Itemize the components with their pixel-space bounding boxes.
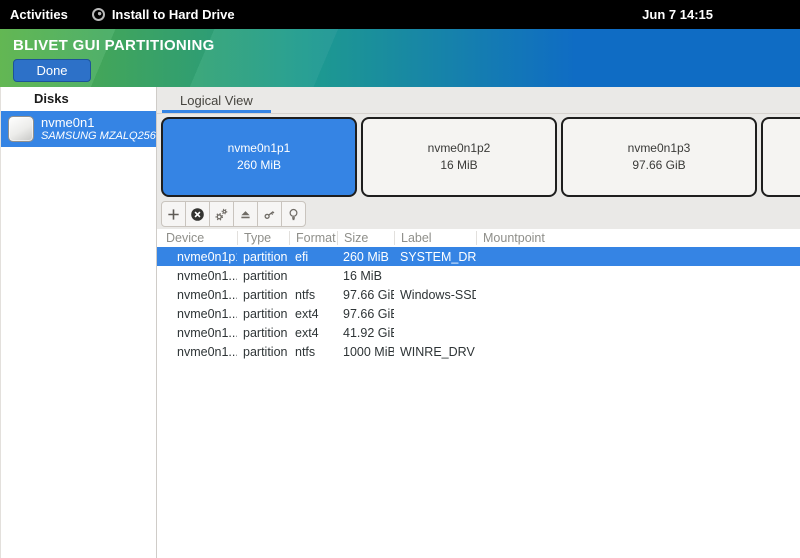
disk-name: nvme0n1	[41, 115, 156, 130]
table-row[interactable]: nvme0n1p1partitionefi260 MiBSYSTEM_DRV	[157, 247, 800, 266]
cell-device: nvme0n1...	[157, 326, 237, 340]
partition-visualization: nvme0n1p1260 MiBnvme0n1p216 MiBnvme0n1p3…	[157, 114, 800, 200]
column-header-size[interactable]: Size	[337, 231, 394, 245]
clock[interactable]: Jun 7 14:15	[642, 0, 713, 29]
partition-block-size: 16 MiB	[440, 157, 477, 174]
disks-sidebar: Disks nvme0n1SAMSUNG MZALQ256HAJD-	[0, 87, 157, 558]
gears-icon	[214, 207, 229, 222]
partition-block-size: 97.66 GiB	[632, 157, 685, 174]
cell-size: 260 MiB	[337, 250, 394, 264]
cell-size: 97.66 GiB	[337, 307, 394, 321]
info-button[interactable]	[281, 201, 306, 227]
plus-icon	[166, 207, 181, 222]
cell-format: ext4	[289, 326, 337, 340]
screen: Activities Install to Hard Drive Jun 7 1…	[0, 0, 800, 558]
cell-type: partition	[237, 345, 289, 359]
installer-app-icon	[92, 8, 105, 21]
partition-block-name: nvme0n1p3	[628, 140, 691, 157]
cell-size: 1000 MiB	[337, 345, 394, 359]
disk-model: SAMSUNG MZALQ256HAJD-	[41, 130, 156, 143]
cell-size: 16 MiB	[337, 269, 394, 283]
cell-label: SYSTEM_DRV	[394, 250, 476, 264]
delete-button[interactable]	[185, 201, 210, 227]
unmount-button[interactable]	[233, 201, 258, 227]
column-header-type[interactable]: Type	[237, 231, 289, 245]
add-button[interactable]	[161, 201, 186, 227]
partition-block-partial[interactable]	[761, 117, 800, 197]
delete-circle-icon	[190, 207, 205, 222]
page-title: BLIVET GUI PARTITIONING	[0, 29, 800, 54]
app-menu[interactable]: Install to Hard Drive	[92, 7, 235, 22]
cell-type: partition	[237, 250, 289, 264]
disk-item-text: nvme0n1SAMSUNG MZALQ256HAJD-	[41, 115, 156, 143]
cell-format: efi	[289, 250, 337, 264]
disk-item-nvme0n1[interactable]: nvme0n1SAMSUNG MZALQ256HAJD-	[1, 111, 156, 147]
cell-device: nvme0n1...	[157, 345, 237, 359]
table-row[interactable]: nvme0n1...partitionext497.66 GiB	[157, 304, 800, 323]
column-header-format[interactable]: Format	[289, 231, 337, 245]
partition-block-name: nvme0n1p1	[228, 140, 291, 157]
cell-format: ext4	[289, 307, 337, 321]
tab-logical-view[interactable]: Logical View	[162, 87, 271, 113]
cell-device: nvme0n1p1	[157, 250, 237, 264]
tab-strip: Logical View	[157, 87, 800, 114]
decrypt-button[interactable]	[257, 201, 282, 227]
cell-format: ntfs	[289, 345, 337, 359]
cell-type: partition	[237, 326, 289, 340]
partitions-table: DeviceTypeFormatSizeLabelMountpoint nvme…	[157, 229, 800, 558]
cell-type: partition	[237, 307, 289, 321]
key-icon	[262, 207, 277, 222]
cell-label: WINRE_DRV	[394, 345, 476, 359]
tab-label: Logical View	[180, 93, 253, 108]
column-header-label[interactable]: Label	[394, 231, 476, 245]
cell-size: 97.66 GiB	[337, 288, 394, 302]
column-header-device[interactable]: Device	[157, 231, 237, 245]
app-menu-label: Install to Hard Drive	[112, 7, 235, 22]
done-button[interactable]: Done	[13, 59, 91, 82]
cell-device: nvme0n1...	[157, 269, 237, 283]
cell-size: 41.92 GiB	[337, 326, 394, 340]
partition-block-nvme0n1p1[interactable]: nvme0n1p1260 MiB	[161, 117, 357, 197]
partition-toolbar	[161, 201, 306, 227]
gnome-top-bar: Activities Install to Hard Drive Jun 7 1…	[0, 0, 800, 29]
partition-block-nvme0n1p2[interactable]: nvme0n1p216 MiB	[361, 117, 557, 197]
cell-type: partition	[237, 269, 289, 283]
lightbulb-icon	[286, 207, 301, 222]
table-row[interactable]: nvme0n1...partition 16 MiB	[157, 266, 800, 285]
blivet-header: BLIVET GUI PARTITIONING Done	[0, 29, 800, 87]
table-row[interactable]: nvme0n1...partitionntfs1000 MiBWINRE_DRV	[157, 342, 800, 361]
partition-block-nvme0n1p3[interactable]: nvme0n1p397.66 GiB	[561, 117, 757, 197]
main-panel: Logical View nvme0n1p1260 MiBnvme0n1p216…	[157, 87, 800, 558]
disks-column-header: Disks	[1, 87, 156, 111]
partition-block-size: 260 MiB	[237, 157, 281, 174]
toolbar-row	[157, 200, 800, 229]
table-row[interactable]: nvme0n1...partitionext441.92 GiB	[157, 323, 800, 342]
cell-label: Windows-SSD	[394, 288, 476, 302]
cell-format: ntfs	[289, 288, 337, 302]
table-row[interactable]: nvme0n1...partitionntfs97.66 GiBWindows-…	[157, 285, 800, 304]
eject-icon	[238, 207, 253, 222]
column-header-mountpoint[interactable]: Mountpoint	[476, 231, 800, 245]
edit-button[interactable]	[209, 201, 234, 227]
cell-device: nvme0n1...	[157, 307, 237, 321]
cell-device: nvme0n1...	[157, 288, 237, 302]
disk-list: nvme0n1SAMSUNG MZALQ256HAJD-	[1, 111, 156, 147]
cell-type: partition	[237, 288, 289, 302]
window-body: Disks nvme0n1SAMSUNG MZALQ256HAJD- Logic…	[0, 87, 800, 558]
partition-block-name: nvme0n1p2	[428, 140, 491, 157]
table-header-row: DeviceTypeFormatSizeLabelMountpoint	[157, 229, 800, 247]
activities-button[interactable]: Activities	[10, 7, 68, 22]
table-body: nvme0n1p1partitionefi260 MiBSYSTEM_DRVnv…	[157, 247, 800, 558]
hard-drive-icon	[8, 116, 34, 142]
